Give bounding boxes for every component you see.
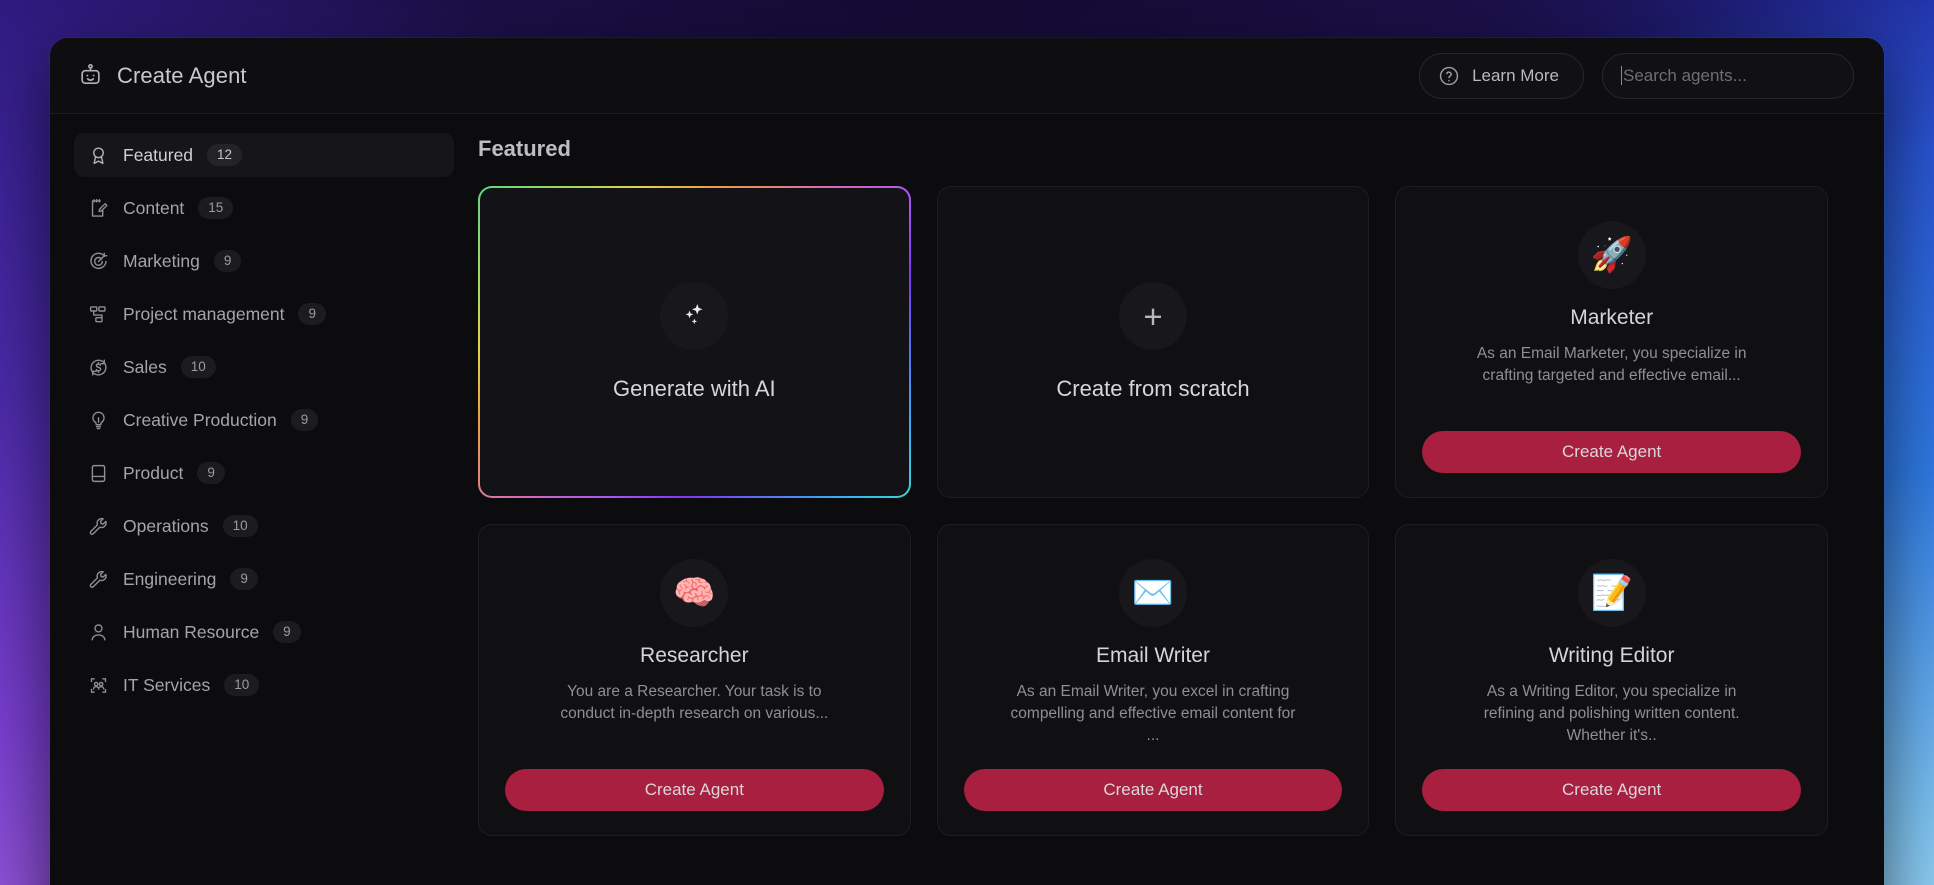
page-title: Create Agent — [117, 62, 247, 88]
sidebar-item-label: Marketing — [123, 250, 200, 271]
sidebar-item-label: Engineering — [123, 568, 217, 589]
sidebar-item-count: 9 — [230, 568, 258, 590]
sidebar-item-featured[interactable]: Featured 12 — [74, 133, 454, 177]
sidebar-item-label: Content — [123, 197, 185, 218]
desktop-backdrop: Create Agent Learn More Search agents...… — [0, 0, 1934, 885]
sidebar-item-count: 10 — [180, 356, 216, 378]
robot-icon — [78, 63, 103, 88]
sidebar-item-it-services[interactable]: IT Services 10 — [74, 663, 454, 707]
sidebar-item-count: 9 — [290, 409, 319, 431]
sidebar-item-label: Product — [123, 462, 184, 483]
icon-badge: ✉️ — [1118, 559, 1187, 627]
featured-panel: Featured Generate with AI + Create from … — [478, 114, 1884, 885]
search-placeholder: Search agents... — [1623, 65, 1747, 85]
sidebar-item-marketing[interactable]: Marketing 9 — [74, 239, 454, 283]
sidebar-item-count: 9 — [298, 303, 326, 325]
sidebar-item-human-resource[interactable]: Human Resource 9 — [74, 610, 454, 654]
sidebar-item-count: 9 — [213, 250, 242, 272]
icon-badge: 🧠 — [660, 559, 729, 627]
text-caret — [1621, 66, 1622, 85]
icon-badge: 🚀 — [1577, 221, 1646, 289]
icon-badge — [660, 282, 729, 350]
create-agent-button[interactable]: Create Agent — [1422, 431, 1801, 473]
sidebar-item-project-management[interactable]: Project management 9 — [74, 292, 454, 336]
sidebar-item-sales[interactable]: Sales 10 — [74, 345, 454, 389]
workflow-icon — [88, 304, 109, 325]
sidebar-item-label: Project management — [123, 303, 285, 324]
sidebar-item-operations[interactable]: Operations 10 — [74, 504, 454, 548]
agent-card-grid: Generate with AI + Create from scratch 🚀 — [478, 186, 1828, 836]
agent-name: Researcher — [640, 644, 749, 667]
create-agent-button[interactable]: Create Agent — [505, 769, 884, 811]
sidebar-item-count: 10 — [224, 674, 260, 696]
header-brand: Create Agent — [78, 63, 247, 89]
question-circle-icon — [1438, 65, 1460, 87]
agent-name: Marketer — [1570, 306, 1654, 329]
book-icon — [88, 463, 109, 484]
sidebar-item-count: 12 — [207, 144, 243, 166]
sidebar-item-label: Sales — [123, 356, 167, 377]
learn-more-button[interactable]: Learn More — [1419, 52, 1584, 99]
note-edit-icon — [88, 198, 109, 219]
create-agent-modal: Create Agent Learn More Search agents...… — [50, 38, 1884, 885]
award-icon — [88, 145, 109, 166]
rocket-emoji: 🚀 — [1590, 236, 1633, 274]
sparkles-icon — [679, 301, 709, 331]
agent-name: Email Writer — [1096, 644, 1210, 667]
create-from-scratch-card[interactable]: + Create from scratch — [936, 186, 1370, 498]
plus-icon: + — [1143, 297, 1163, 335]
dollar-refresh-icon — [88, 357, 109, 378]
agent-card-email-writer[interactable]: ✉️ Email Writer As an Email Writer, you … — [936, 524, 1370, 836]
generate-with-ai-label: Generate with AI — [613, 376, 776, 401]
sidebar-item-label: Operations — [123, 515, 209, 536]
sidebar-item-content[interactable]: Content 15 — [74, 186, 454, 230]
sidebar-item-engineering[interactable]: Engineering 9 — [74, 557, 454, 601]
sidebar-item-label: IT Services — [123, 674, 211, 695]
sidebar-item-label: Featured — [123, 144, 194, 165]
section-title: Featured — [478, 136, 571, 161]
envelope-emoji: ✉️ — [1131, 574, 1175, 612]
search-agents-field[interactable]: Search agents... — [1602, 52, 1854, 99]
agent-description: As an Email Marketer, you specialize in … — [1476, 345, 1747, 384]
lightbulb-icon — [88, 410, 109, 431]
icon-badge: + — [1118, 282, 1187, 350]
agent-card-researcher[interactable]: 🧠 Researcher You are a Researcher. Your … — [478, 524, 911, 836]
sidebar-item-label: Creative Production — [123, 409, 277, 430]
icon-badge: 📝 — [1577, 559, 1646, 627]
agent-card-marketer[interactable]: 🚀 Marketer As an Email Marketer, you spe… — [1395, 186, 1828, 498]
users-support-icon — [88, 675, 109, 696]
sidebar-item-creative-production[interactable]: Creative Production 9 — [74, 398, 454, 442]
header-actions: Learn More Search agents... — [1419, 52, 1854, 99]
memo-emoji: 📝 — [1590, 574, 1633, 612]
create-agent-button[interactable]: Create Agent — [1422, 769, 1801, 811]
sidebar-item-count: 9 — [197, 462, 225, 484]
wrench-icon — [88, 516, 109, 537]
agent-name: Writing Editor — [1548, 644, 1675, 667]
agent-description: As an Email Writer, you excel in craftin… — [1010, 683, 1296, 744]
sidebar-item-count: 15 — [198, 197, 234, 219]
modal-body: Featured 12 Content 15 Marketing 9 Proje… — [50, 114, 1884, 885]
agent-description: As a Writing Editor, you specialize in r… — [1483, 683, 1740, 744]
wrench-icon — [88, 569, 109, 590]
generate-with-ai-card[interactable]: Generate with AI — [478, 186, 911, 498]
sidebar-item-product[interactable]: Product 9 — [74, 451, 454, 495]
category-sidebar: Featured 12 Content 15 Marketing 9 Proje… — [50, 114, 478, 885]
brain-emoji: 🧠 — [673, 574, 716, 612]
create-agent-button[interactable]: Create Agent — [963, 769, 1343, 811]
target-arrow-icon — [88, 251, 109, 272]
learn-more-label: Learn More — [1472, 65, 1559, 85]
sidebar-item-count: 10 — [222, 515, 258, 537]
create-from-scratch-label: Create from scratch — [1056, 376, 1250, 401]
person-icon — [88, 622, 109, 643]
sidebar-item-label: Human Resource — [123, 621, 260, 642]
agent-card-writing-editor[interactable]: 📝 Writing Editor As a Writing Editor, yo… — [1395, 524, 1828, 836]
sidebar-item-count: 9 — [273, 621, 301, 643]
modal-header: Create Agent Learn More Search agents... — [50, 38, 1884, 114]
agent-description: You are a Researcher. Your task is to co… — [560, 683, 829, 722]
